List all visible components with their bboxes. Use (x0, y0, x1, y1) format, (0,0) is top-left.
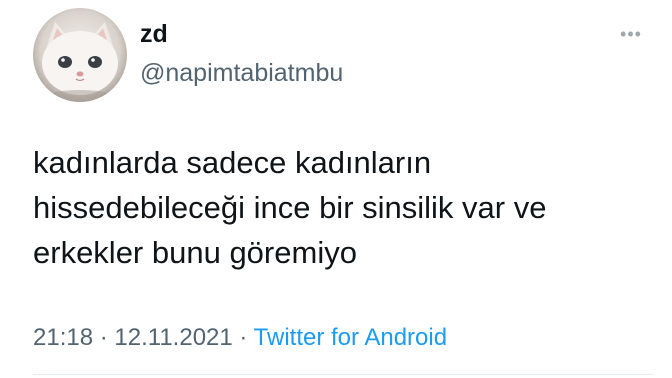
source-link[interactable]: Twitter for Android (254, 324, 447, 351)
user-handle[interactable]: @napimtabiatmbu (140, 58, 343, 88)
more-horizontal-icon: ••• (620, 23, 642, 44)
tweet: zd @napimtabiatmbu ••• kadınlarda sadece… (0, 0, 672, 378)
separator: · (239, 324, 248, 351)
tweet-text: kadınlarda sadece kadınların hissedebile… (33, 140, 653, 275)
tweet-text-line: erkekler bunu göremiyo (33, 235, 357, 270)
tweet-text-line: kadınlarda sadece kadınların (33, 145, 432, 180)
tweet-meta: 21:18 · 12.11.2021 · Twitter for Android (33, 323, 447, 353)
tweet-text-line: hissedebileceği ince bir sinsilik var ve (33, 190, 547, 225)
more-options-button[interactable]: ••• (614, 24, 648, 44)
tweet-time[interactable]: 21:18 (33, 324, 93, 351)
display-name[interactable]: zd (140, 20, 168, 48)
separator: · (99, 324, 108, 351)
cat-avatar-image (33, 8, 127, 102)
tweet-date[interactable]: 12.11.2021 (114, 324, 232, 351)
divider (33, 374, 653, 375)
avatar[interactable] (33, 8, 127, 102)
